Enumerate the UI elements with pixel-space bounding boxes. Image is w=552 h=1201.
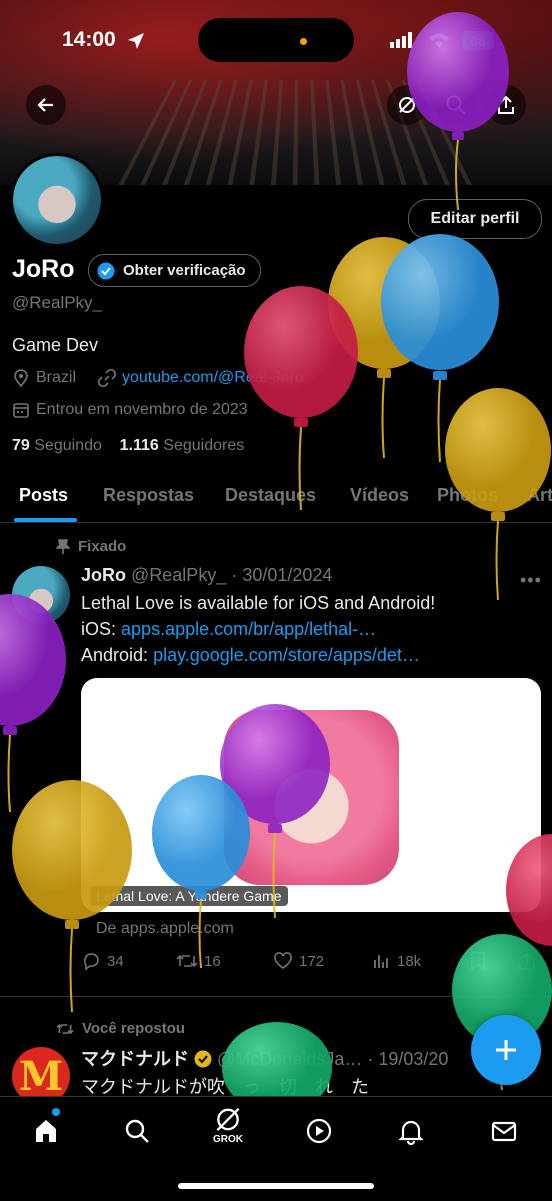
home-indicator[interactable]	[178, 1183, 374, 1189]
balloon-yellow-3	[12, 780, 132, 1013]
home-icon	[36, 1120, 56, 1142]
grok-label: GROK	[213, 1134, 243, 1145]
nav-search[interactable]	[117, 1111, 157, 1151]
compose-button[interactable]	[471, 1015, 541, 1085]
nav-notifications[interactable]	[391, 1111, 431, 1151]
balloon-yellow-2	[445, 388, 551, 601]
plus-icon	[496, 1040, 516, 1060]
nav-grok[interactable]: GROK	[208, 1105, 248, 1145]
search-icon	[125, 1119, 149, 1143]
balloon-blue-2	[152, 775, 250, 969]
nav-home[interactable]	[26, 1111, 66, 1151]
grok-icon	[216, 1108, 240, 1131]
nav-messages[interactable]	[484, 1111, 524, 1151]
play-circle-icon	[306, 1118, 332, 1144]
bell-icon	[398, 1120, 424, 1145]
nav-video[interactable]	[299, 1111, 339, 1151]
balloon-purple-left	[0, 594, 66, 813]
balloon-red-2	[506, 834, 552, 946]
home-notification-dot	[52, 1108, 60, 1116]
birthday-balloons-overlay	[0, 12, 552, 1114]
mail-icon	[491, 1121, 517, 1142]
balloon-red-1	[244, 286, 358, 511]
balloon-purple-top	[407, 12, 509, 211]
